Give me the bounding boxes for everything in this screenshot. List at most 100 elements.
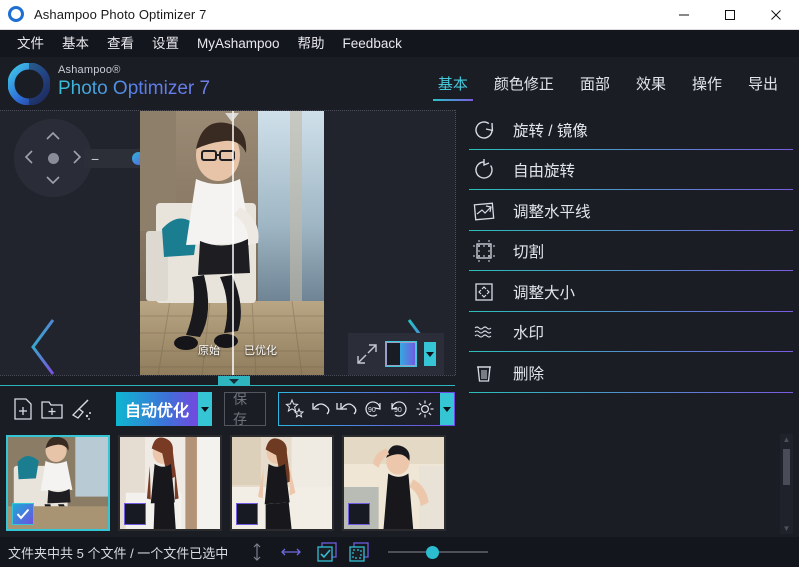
split-view-icon[interactable] xyxy=(386,342,416,366)
menu-item-myashampoo[interactable]: MyAshampoo xyxy=(188,33,289,55)
thumbnail-checkbox[interactable] xyxy=(124,503,146,525)
tools-panel: 旋转 / 镜像 自由旋转 调整水平线 切割 调整大小 水印 删除 xyxy=(461,110,799,395)
menu-item-feedback[interactable]: Feedback xyxy=(334,33,411,55)
thumbnail-item[interactable] xyxy=(230,435,334,531)
brand-text: Ashampoo® Photo Optimizer 7 xyxy=(58,64,210,100)
brand-product: Photo Optimizer 7 xyxy=(58,78,211,99)
minimize-icon[interactable] xyxy=(661,0,707,30)
auto-optimize-chevron-down-icon[interactable] xyxy=(198,392,212,426)
status-text: 文件夹中共 5 个文件 / 一个文件已选中 xyxy=(8,545,229,561)
tool-rotate-mirror[interactable]: 旋转 / 镜像 xyxy=(461,110,799,151)
menu-item-help[interactable]: 帮助 xyxy=(289,33,334,55)
tab-export[interactable]: 导出 xyxy=(735,71,791,101)
edit-actions-chevron-down-icon[interactable] xyxy=(440,393,454,425)
tool-label: 旋转 / 镜像 xyxy=(513,122,588,140)
scrollbar-thumb[interactable] xyxy=(783,449,790,485)
split-view-chevron-down-icon[interactable] xyxy=(423,342,436,366)
pan-up-arrow-icon[interactable] xyxy=(46,129,60,142)
tab-operations[interactable]: 操作 xyxy=(679,71,735,101)
tool-watermark[interactable]: 水印 xyxy=(461,313,799,354)
status-bar: 文件夹中共 5 个文件 / 一个文件已选中 xyxy=(0,537,799,567)
thumbnail-item[interactable] xyxy=(6,435,110,531)
tool-resize[interactable]: 调整大小 xyxy=(461,272,799,313)
svg-text:90: 90 xyxy=(368,407,376,414)
image-canvas[interactable]: 原始 已优化 xyxy=(140,111,324,376)
tool-crop[interactable]: 切割 xyxy=(461,232,799,273)
thumbnail-checkbox[interactable] xyxy=(348,503,370,525)
auto-optimize-label[interactable]: 自动优化 xyxy=(115,392,198,426)
tool-label: 自由旋转 xyxy=(513,163,576,181)
menu-item-settings[interactable]: 设置 xyxy=(143,33,188,55)
menu-item-basic[interactable]: 基本 xyxy=(53,33,98,55)
menu-item-view[interactable]: 查看 xyxy=(98,33,143,55)
slider-thumb[interactable] xyxy=(426,545,440,559)
undo-all-icon[interactable] xyxy=(334,396,359,422)
straighten-horizon-icon xyxy=(471,198,497,224)
arrows-vertical-icon[interactable] xyxy=(244,539,270,565)
tab-effects[interactable]: 效果 xyxy=(623,71,679,101)
tool-delete[interactable]: 删除 xyxy=(461,353,799,394)
thumbnail-checkbox[interactable] xyxy=(12,503,34,525)
svg-text:90: 90 xyxy=(394,407,402,414)
scroll-up-arrow-icon[interactable]: ▲ xyxy=(783,435,791,444)
application-window: Ashampoo Photo Optimizer 7 文件 基本 查看 设置 M… xyxy=(0,0,799,567)
rotate-left-90-icon[interactable]: 90 xyxy=(360,396,385,422)
pan-left-arrow-icon[interactable] xyxy=(24,150,33,166)
resize-icon xyxy=(471,279,497,305)
select-all-icon[interactable] xyxy=(314,539,340,565)
auto-optimize-button[interactable]: 自动优化 xyxy=(115,392,212,426)
tool-label: 调整水平线 xyxy=(513,203,591,221)
thumbnail-item[interactable] xyxy=(118,435,222,531)
undo-icon[interactable] xyxy=(308,396,333,422)
tool-free-rotate[interactable]: 自由旋转 xyxy=(461,151,799,192)
thumbnail-scrollbar[interactable]: ▲ ▼ xyxy=(780,434,793,534)
right-panel-background xyxy=(455,375,799,537)
add-file-icon[interactable] xyxy=(10,394,35,424)
compare-split-line[interactable] xyxy=(232,111,234,376)
splitter-chevron-down-icon[interactable] xyxy=(218,376,250,386)
zoom-out-icon[interactable]: − xyxy=(91,152,99,166)
broom-clean-icon[interactable] xyxy=(69,394,94,424)
magic-stars-icon[interactable] xyxy=(282,396,307,422)
thumbnail-checkbox[interactable] xyxy=(236,503,258,525)
pan-down-arrow-icon[interactable] xyxy=(46,174,60,187)
ashampoo-logo-icon xyxy=(7,62,51,106)
rotate-right-90-icon[interactable]: 90 xyxy=(386,396,411,422)
arrows-horizontal-icon[interactable] xyxy=(278,539,304,565)
thumbnail-item[interactable] xyxy=(342,435,446,531)
brand-header: Ashampoo® Photo Optimizer 7 基本 颜色修正 面部 效… xyxy=(0,57,799,110)
thumbnail-size-slider[interactable] xyxy=(388,542,489,562)
close-icon[interactable] xyxy=(753,0,799,30)
tool-label: 删除 xyxy=(513,365,545,383)
compare-split-handle[interactable] xyxy=(225,113,239,122)
settings-gear-icon[interactable] xyxy=(412,396,437,422)
expand-arrows-icon[interactable] xyxy=(356,343,378,365)
tool-straighten-horizon[interactable]: 调整水平线 xyxy=(461,191,799,232)
tab-basic[interactable]: 基本 xyxy=(425,71,481,101)
tab-face[interactable]: 面部 xyxy=(567,71,623,101)
scrollbar-track[interactable] xyxy=(783,445,790,523)
main-toolbar: 自动优化 保存 90 90 xyxy=(0,386,455,432)
watermark-icon xyxy=(471,319,497,345)
tool-label: 切割 xyxy=(513,244,545,262)
optimized-label: 已优化 xyxy=(244,345,277,357)
pan-right-arrow-icon[interactable] xyxy=(73,150,82,166)
window-controls xyxy=(661,0,799,30)
chevron-left-icon[interactable] xyxy=(26,316,62,378)
save-button[interactable]: 保存 xyxy=(224,391,266,427)
menu-item-file[interactable]: 文件 xyxy=(8,33,53,55)
horizontal-splitter[interactable] xyxy=(0,375,455,386)
add-folder-icon[interactable] xyxy=(39,394,64,424)
maximize-icon[interactable] xyxy=(707,0,753,30)
pan-navigation-pad-icon[interactable] xyxy=(14,119,92,197)
free-rotate-icon xyxy=(471,157,497,183)
ashampoo-ring-icon xyxy=(8,5,26,24)
rotate-mirror-icon xyxy=(471,117,497,143)
deselect-all-icon[interactable] xyxy=(346,539,372,565)
scroll-down-arrow-icon[interactable]: ▼ xyxy=(783,524,791,533)
editor-area: − + xyxy=(0,110,455,378)
thumbnail-strip xyxy=(0,432,455,537)
crop-icon xyxy=(471,238,497,264)
tab-color-correction[interactable]: 颜色修正 xyxy=(481,71,567,101)
trash-icon xyxy=(471,360,497,386)
